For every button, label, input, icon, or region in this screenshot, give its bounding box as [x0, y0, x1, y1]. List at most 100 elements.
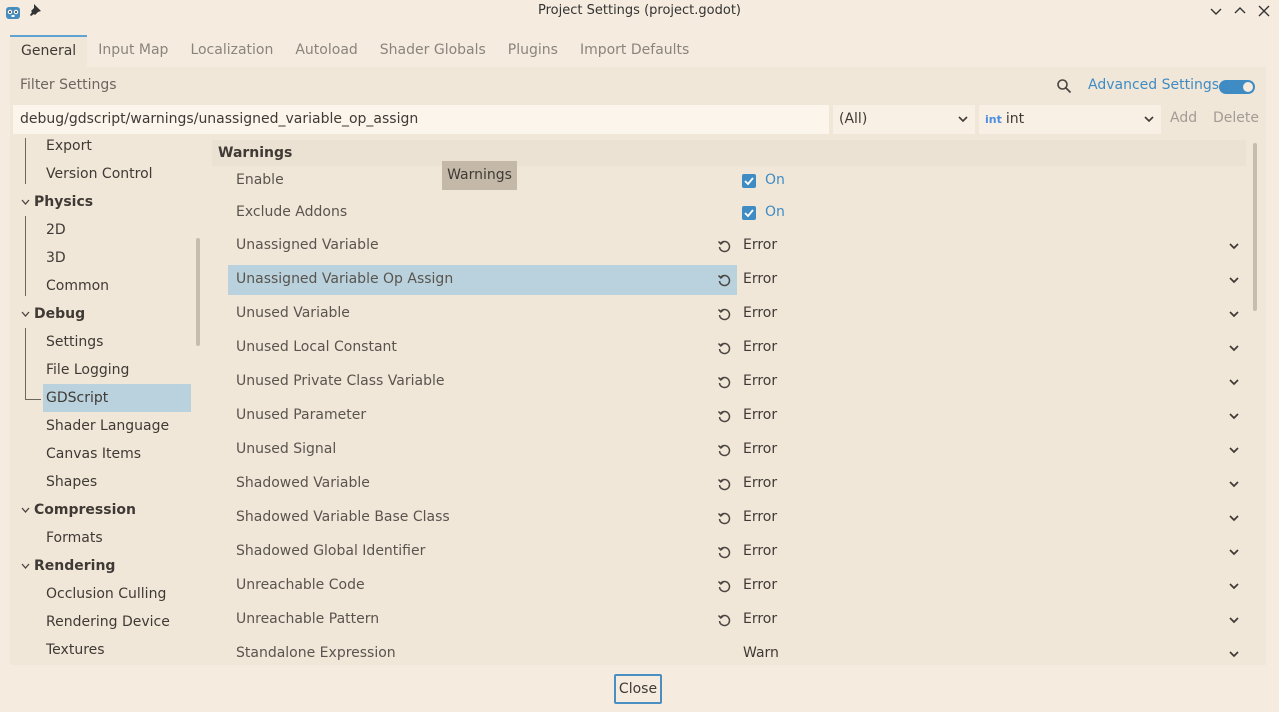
chevron-down-icon	[1229, 583, 1239, 590]
tab-shader-globals[interactable]: Shader Globals	[369, 35, 497, 67]
tree-item-file-logging[interactable]: File Logging	[46, 356, 129, 384]
tab-input-map[interactable]: Input Map	[87, 35, 179, 67]
filter-settings-input[interactable]: Filter Settings	[10, 72, 1080, 100]
tree-item-rendering-device[interactable]: Rendering Device	[46, 608, 170, 636]
property-label: Exclude Addons	[236, 204, 348, 220]
tree-item-gdscript[interactable]: GDScript	[43, 384, 191, 412]
enum-dropdown[interactable]: Error	[737, 401, 1246, 431]
checkbox-label: On	[765, 204, 785, 220]
checkbox-checked-icon	[742, 206, 756, 220]
property-row: Unused Signal Error	[228, 435, 1246, 465]
chevron-down-icon[interactable]	[21, 198, 30, 207]
revert-icon[interactable]	[717, 307, 731, 321]
close-button[interactable]: Close	[614, 674, 662, 704]
enum-dropdown[interactable]: Error	[737, 435, 1246, 465]
chevron-down-icon	[1229, 549, 1239, 556]
enum-dropdown[interactable]: Error	[737, 537, 1246, 567]
chevron-down-icon	[1229, 447, 1239, 454]
enable-checkbox[interactable]: On	[737, 166, 1246, 196]
settings-tree: Export Version Control Physics 2D 3D Com…	[13, 138, 204, 662]
tree-item-shader-language[interactable]: Shader Language	[46, 412, 169, 440]
revert-icon[interactable]	[717, 341, 731, 355]
minimize-button[interactable]	[1207, 2, 1225, 20]
enum-dropdown[interactable]: Error	[737, 333, 1246, 363]
tree-item-formats[interactable]: Formats	[46, 524, 103, 552]
revert-icon[interactable]	[717, 239, 731, 253]
enum-dropdown[interactable]: Error	[737, 503, 1246, 533]
delete-button[interactable]: Delete	[1213, 110, 1259, 126]
tree-item-version-control[interactable]: Version Control	[46, 160, 153, 188]
revert-icon[interactable]	[717, 273, 731, 287]
checkbox-checked-icon	[742, 174, 756, 188]
tree-item-2d[interactable]: 2D	[46, 216, 66, 244]
enum-dropdown[interactable]: Error	[737, 469, 1246, 499]
property-path-input[interactable]: debug/gdscript/warnings/unassigned_varia…	[13, 105, 829, 134]
tab-import-defaults[interactable]: Import Defaults	[569, 35, 700, 67]
revert-icon[interactable]	[717, 409, 731, 423]
property-row: Enable On	[228, 166, 1246, 196]
chevron-down-icon[interactable]	[21, 562, 30, 571]
tree-item-common[interactable]: Common	[46, 272, 109, 300]
enum-value: Error	[743, 407, 778, 423]
search-icon	[1057, 79, 1072, 94]
tree-section-debug[interactable]: Debug	[34, 300, 85, 328]
tree-section-rendering[interactable]: Rendering	[34, 552, 115, 580]
maximize-button[interactable]	[1231, 2, 1249, 20]
tree-item-occlusion-culling[interactable]: Occlusion Culling	[46, 580, 166, 608]
chevron-down-icon	[1229, 413, 1239, 420]
tab-general[interactable]: General	[10, 35, 88, 67]
tree-item-3d[interactable]: 3D	[46, 244, 66, 272]
chevron-down-icon[interactable]	[21, 506, 30, 515]
property-row: Unused Parameter Error	[228, 401, 1246, 431]
advanced-settings-label[interactable]: Advanced Settings	[1088, 77, 1219, 93]
property-row: Shadowed Global Identifier Error	[228, 537, 1246, 567]
enum-dropdown[interactable]: Error	[737, 605, 1246, 635]
tree-item-textures[interactable]: Textures	[46, 636, 105, 662]
tree-connector	[25, 216, 26, 296]
enum-value: Error	[743, 305, 778, 321]
enum-dropdown[interactable]: Warn	[737, 639, 1246, 662]
enum-dropdown[interactable]: Error	[737, 367, 1246, 397]
chevron-up-icon	[1234, 7, 1246, 14]
inspector-scrollbar[interactable]	[1253, 143, 1257, 311]
tree-item-canvas-items[interactable]: Canvas Items	[46, 440, 141, 468]
add-button[interactable]: Add	[1170, 110, 1197, 126]
tree-scrollbar[interactable]	[196, 238, 200, 346]
section-header-warnings[interactable]: Warnings	[212, 140, 1246, 166]
tree-item-settings[interactable]: Settings	[46, 328, 103, 356]
revert-icon[interactable]	[717, 613, 731, 627]
close-window-button[interactable]	[1255, 2, 1273, 20]
tree-connector	[25, 399, 41, 400]
tab-autoload[interactable]: Autoload	[284, 35, 368, 67]
property-label: Unassigned Variable Op Assign	[236, 271, 454, 287]
tree-section-compression[interactable]: Compression	[34, 496, 136, 524]
chevron-down-icon	[1210, 8, 1222, 15]
tab-bar: General Input Map Localization Autoload …	[10, 35, 700, 67]
revert-icon[interactable]	[717, 443, 731, 457]
exclude-addons-checkbox[interactable]: On	[737, 198, 1246, 228]
enum-value: Error	[743, 475, 778, 491]
revert-icon[interactable]	[717, 545, 731, 559]
enum-dropdown[interactable]: Error	[737, 265, 1246, 295]
enum-dropdown[interactable]: Error	[737, 571, 1246, 601]
advanced-settings-toggle[interactable]	[1219, 80, 1255, 94]
enum-value: Error	[743, 339, 778, 355]
enum-dropdown[interactable]: Error	[737, 299, 1246, 329]
property-label: Unused Variable	[236, 305, 350, 321]
enum-dropdown[interactable]: Error	[737, 231, 1246, 261]
tree-item-export[interactable]: Export	[46, 138, 92, 160]
feature-select[interactable]: (All)	[833, 105, 975, 134]
revert-icon[interactable]	[717, 477, 731, 491]
tree-connector	[25, 138, 26, 184]
revert-icon[interactable]	[717, 511, 731, 525]
tree-section-physics[interactable]: Physics	[34, 188, 93, 216]
revert-icon[interactable]	[717, 579, 731, 593]
tab-localization[interactable]: Localization	[179, 35, 284, 67]
type-select[interactable]: int int	[979, 105, 1161, 134]
property-row: Standalone Expression Warn	[228, 639, 1246, 662]
chevron-down-icon[interactable]	[21, 310, 30, 319]
tree-item-shapes[interactable]: Shapes	[46, 468, 97, 496]
tab-plugins[interactable]: Plugins	[497, 35, 569, 67]
revert-icon[interactable]	[717, 375, 731, 389]
chevron-down-icon	[1229, 345, 1239, 352]
